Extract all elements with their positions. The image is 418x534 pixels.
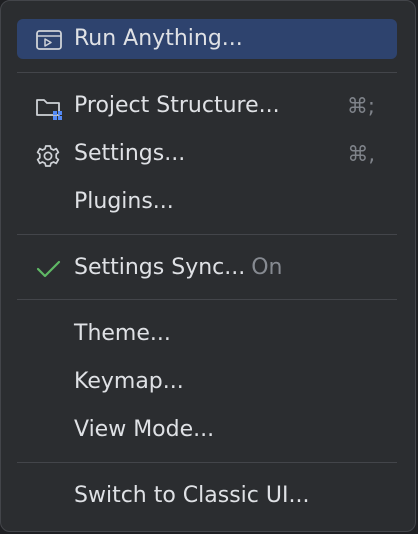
menu-item-settings-sync[interactable]: Settings Sync... On [17,248,397,288]
menu-item-plugins[interactable]: Plugins... [17,182,397,222]
settings-sync-status: On [251,255,283,280]
separator [17,72,397,73]
menu-item-view-mode[interactable]: View Mode... [17,410,397,450]
settings-shortcut: ⌘, [347,142,375,166]
run-anything-label: Run Anything... [74,26,243,51]
menu-item-run-anything[interactable]: Run Anything... [17,19,397,59]
menu-item-theme[interactable]: Theme... [17,314,397,354]
view-mode-label: View Mode... [74,417,215,442]
switch-classic-ui-label: Switch to Classic UI... [74,483,310,508]
separator [17,299,397,300]
plugins-label: Plugins... [74,189,174,214]
settings-label: Settings... [74,141,186,166]
menu-item-project-structure[interactable]: Project Structure... ⌘; [17,86,397,126]
main-menu-popup: Run Anything... Project Structure... ⌘; [0,0,416,532]
menu-item-switch-to-classic-ui[interactable]: Switch to Classic UI... [17,476,397,516]
settings-sync-text: Settings Sync... [74,255,246,280]
separator [17,234,397,235]
keymap-label: Keymap... [74,369,184,394]
project-structure-shortcut: ⌘; [346,94,375,118]
run-anything-icon [35,29,63,51]
project-structure-label: Project Structure... [74,93,280,118]
gear-icon [35,144,63,167]
menu-item-settings[interactable]: Settings... ⌘, [17,134,397,174]
separator [17,462,397,463]
project-structure-folder-icon [35,96,63,120]
theme-label: Theme... [74,321,171,346]
settings-sync-label: Settings Sync... On [74,248,283,288]
menu-item-keymap[interactable]: Keymap... [17,362,397,402]
check-icon [35,258,63,280]
